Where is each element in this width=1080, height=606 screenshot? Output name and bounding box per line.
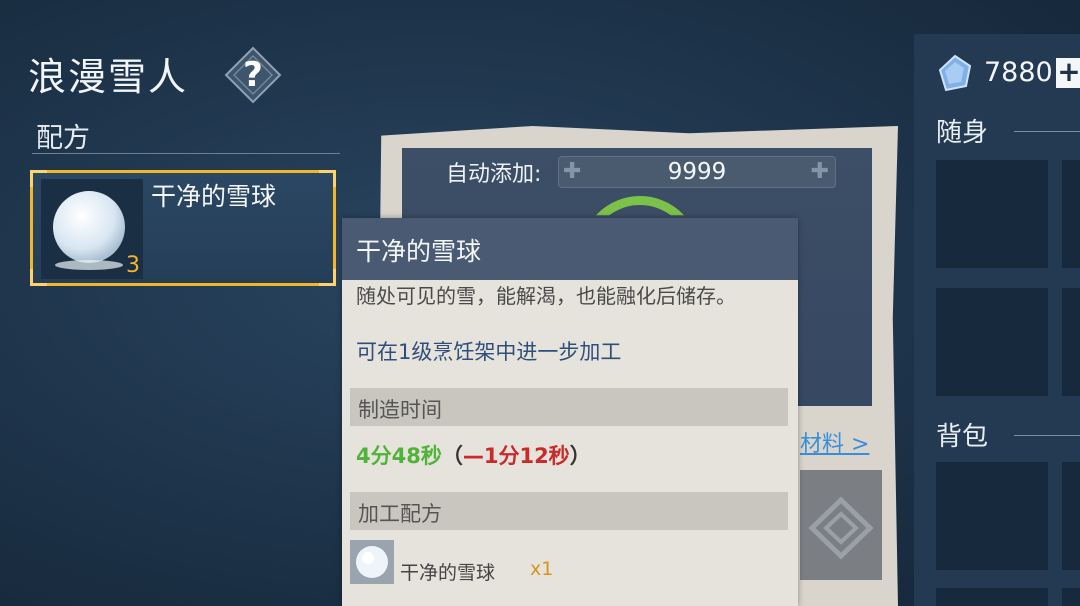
divider <box>1014 435 1080 436</box>
recipe-list-header: 配方 <box>32 116 340 154</box>
plus-icon[interactable]: ✚ <box>811 159 829 184</box>
recipe-item-name: 干净的雪球 <box>151 182 277 211</box>
recipe-header-label: 配方 <box>36 123 90 154</box>
inventory-slot[interactable] <box>936 288 1048 396</box>
paren-open: （ <box>441 444 463 468</box>
tooltip-description: 随处可见的雪，能解渴，也能融化后储存。 <box>356 284 736 308</box>
inventory-slot[interactable] <box>1062 462 1080 570</box>
carry-section-label: 随身 <box>936 118 989 148</box>
tooltip-header: 干净的雪球 <box>342 218 798 280</box>
divider <box>32 153 340 154</box>
tooltip-title: 干净的雪球 <box>356 237 482 266</box>
inventory-slot[interactable] <box>1062 288 1080 396</box>
emblem-icon <box>800 470 882 580</box>
inventory-slot[interactable] <box>1062 160 1080 268</box>
item-tooltip: 干净的雪球 随处可见的雪，能解渴，也能融化后储存。 可在1级烹饪架中进一步加工 … <box>342 218 798 606</box>
svg-text:?: ? <box>243 55 263 95</box>
section-process-recipe: 加工配方 <box>350 492 788 530</box>
tooltip-hint: 可在1级烹饪架中进一步加工 <box>356 340 622 364</box>
crystal-gem-icon <box>936 54 974 92</box>
section-craft-time: 制造时间 <box>350 388 788 426</box>
section-process-recipe-label: 加工配方 <box>358 502 442 526</box>
corner-decoration <box>319 269 336 286</box>
page-title: 浪漫雪人 <box>28 55 189 99</box>
currency-amount: 7880 <box>984 57 1053 88</box>
inventory-slot[interactable] <box>1062 588 1080 606</box>
craft-time: 4分48秒 <box>356 444 442 468</box>
inventory-slot[interactable] <box>936 462 1048 570</box>
section-craft-time-label: 制造时间 <box>358 398 442 422</box>
backpack-section-label: 背包 <box>936 422 989 452</box>
craft-time-reduction: —1分12秒 <box>462 444 570 468</box>
ingredient-name: 干净的雪球 <box>400 562 496 584</box>
auto-add-value: 9999 <box>667 159 727 185</box>
inventory-slot[interactable] <box>936 588 1048 606</box>
snowball-icon <box>350 540 394 584</box>
ingredient-row: 干净的雪球 x1 <box>350 540 788 588</box>
add-currency-button[interactable]: + <box>1056 58 1080 88</box>
recipe-item-clean-snowball[interactable]: 干净的雪球 3 <box>30 170 336 286</box>
auto-add-stepper[interactable]: ✚ 9999 ✚ <box>558 156 836 188</box>
auto-add-label: 自动添加: <box>446 162 542 187</box>
corner-decoration <box>319 170 336 187</box>
ingredient-qty: x1 <box>530 558 554 580</box>
recipe-item-count: 3 <box>126 253 140 278</box>
help-icon[interactable]: ? <box>224 46 282 104</box>
materials-link[interactable]: 材料 > <box>800 426 869 458</box>
divider <box>1014 131 1080 132</box>
inventory-slot[interactable] <box>936 160 1048 268</box>
craft-time-row: 4分48秒（—1分12秒） <box>356 440 591 470</box>
paren-close: ） <box>569 444 591 468</box>
